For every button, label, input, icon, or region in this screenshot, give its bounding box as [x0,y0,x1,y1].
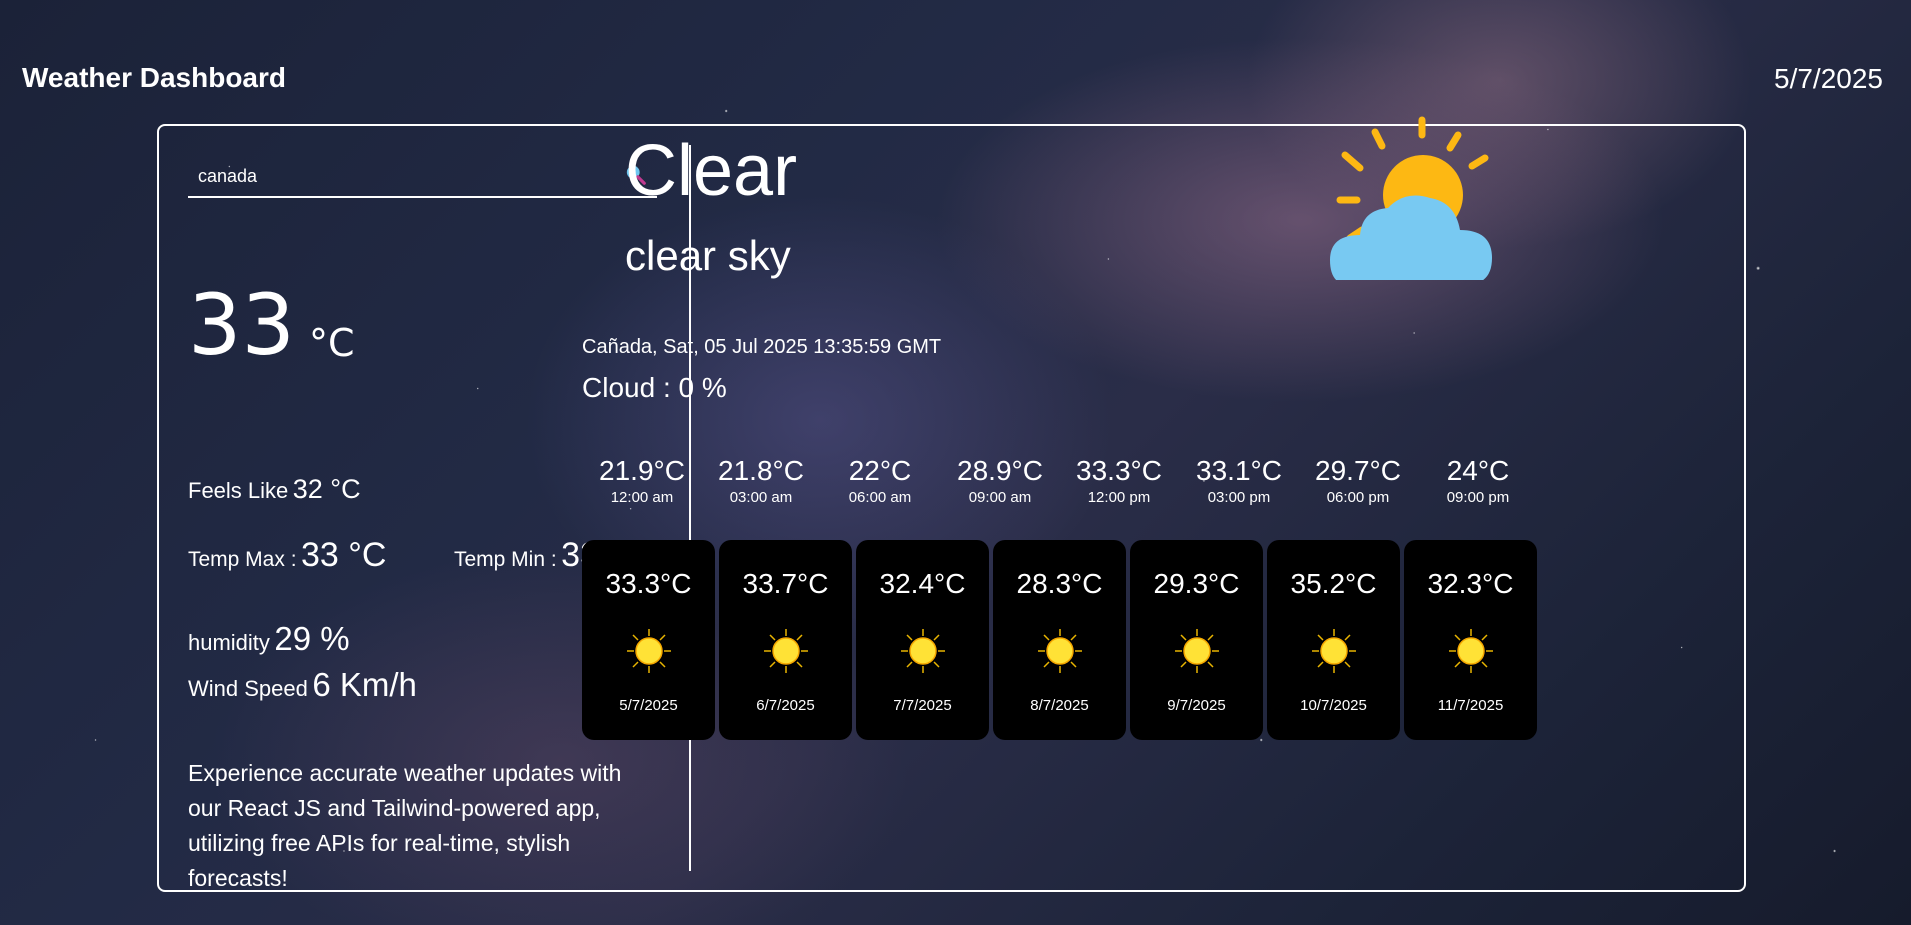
sun-icon [1312,629,1356,673]
hourly-time: 06:00 pm [1326,489,1390,506]
hourly-item: 33.3°C 12:00 pm [1059,455,1179,506]
daily-card[interactable]: 33.7°C 6/7/2025 [719,540,852,740]
wind-speed: Wind Speed 6 Km/h [188,666,417,704]
search-bar [188,156,657,198]
sun-icon [1038,629,1082,673]
sun-icon [1175,629,1219,673]
condition-main: Clear [625,131,798,211]
sun-icon [627,629,671,673]
hourly-temp: 33.3°C [1076,455,1162,486]
current-temp-unit: °C [309,321,355,365]
hourly-temp: 22°C [848,455,912,486]
hourly-item: 24°C 09:00 pm [1418,455,1538,506]
hourly-time: 03:00 pm [1207,489,1271,506]
feels-like: Feels Like 32 °C [188,474,361,505]
hourly-temp: 24°C [1446,455,1510,486]
sun-behind-cloud-icon [1330,116,1492,280]
daily-date: 8/7/2025 [1030,697,1089,714]
wind-speed-value: 6 Km/h [312,666,417,703]
daily-temp: 33.7°C [742,568,829,599]
daily-date: 5/7/2025 [619,697,678,714]
hourly-item: 29.7°C 06:00 pm [1298,455,1418,506]
location-datetime: Cañada, Sat, 05 Jul 2025 13:35:59 GMT [582,336,942,358]
cloud-cover: Cloud : 0 % [582,372,727,403]
daily-temp: 32.4°C [879,568,966,599]
daily-date: 11/7/2025 [1437,697,1504,714]
hourly-item: 21.8°C 03:00 am [701,455,821,506]
humidity-value: 29 % [274,620,350,657]
daily-temp: 29.3°C [1153,568,1240,599]
current-temp: 33 [188,276,295,374]
hourly-temp: 21.9°C [599,455,685,486]
temp-max: Temp Max : 33 °C [188,536,386,575]
temp-min-label: Temp Min : [454,548,557,571]
daily-date: 10/7/2025 [1300,697,1367,714]
daily-date: 6/7/2025 [756,697,815,714]
temp-max-value: 33 °C [300,536,387,574]
temp-max-label: Temp Max : [188,548,297,571]
app-description: Experience accurate weather updates with… [188,760,622,891]
hourly-temp: 29.7°C [1315,455,1401,486]
hourly-time: 03:00 am [729,489,793,506]
app-header: Weather Dashboard 5/7/2025 [0,0,1911,120]
hourly-item: 21.9°C 12:00 am [582,455,702,506]
search-input[interactable] [196,156,620,196]
daily-card[interactable]: 32.4°C 7/7/2025 [856,540,989,740]
daily-card[interactable]: 29.3°C 9/7/2025 [1130,540,1263,740]
hourly-forecast: 21.9°C 12:00 am 21.8°C 03:00 am 22°C 06:… [582,455,1542,515]
daily-temp: 32.3°C [1427,568,1514,599]
hourly-temp: 33.1°C [1196,455,1282,486]
sun-icon [1449,629,1493,673]
feels-like-value: 32 °C [292,474,361,504]
hourly-temp: 21.8°C [718,455,804,486]
condition-detail: clear sky [625,232,791,279]
daily-card[interactable]: 35.2°C 10/7/2025 [1267,540,1400,740]
hourly-time: 12:00 am [610,489,674,506]
hourly-item: 28.9°C 09:00 am [940,455,1060,506]
daily-temp: 28.3°C [1016,568,1103,599]
hourly-temp: 28.9°C [957,455,1043,486]
hourly-time: 06:00 am [848,489,912,506]
hourly-time: 09:00 pm [1446,489,1510,506]
header-date: 5/7/2025 [1774,63,1883,94]
daily-card[interactable]: 33.3°C 5/7/2025 [582,540,715,740]
humidity: humidity 29 % [188,620,350,658]
hourly-time: 09:00 am [968,489,1032,506]
daily-date: 7/7/2025 [893,697,952,714]
sun-icon [901,629,945,673]
wind-speed-label: Wind Speed [188,676,308,701]
app-title: Weather Dashboard [22,62,286,93]
hourly-time: 12:00 pm [1087,489,1151,506]
daily-forecast: 33.3°C 5/7/2025 33.7°C 6/7/2025 32.4°C 7… [582,540,1542,740]
humidity-label: humidity [188,630,270,655]
feels-like-label: Feels Like [188,478,289,503]
hourly-item: 22°C 06:00 am [820,455,940,506]
daily-temp: 35.2°C [1290,568,1377,599]
daily-date: 9/7/2025 [1167,697,1226,714]
daily-card[interactable]: 28.3°C 8/7/2025 [993,540,1126,740]
hourly-item: 33.1°C 03:00 pm [1179,455,1299,506]
daily-card[interactable]: 32.3°C 11/7/2025 [1404,540,1537,740]
sun-icon [764,629,808,673]
daily-temp: 33.3°C [605,568,692,599]
